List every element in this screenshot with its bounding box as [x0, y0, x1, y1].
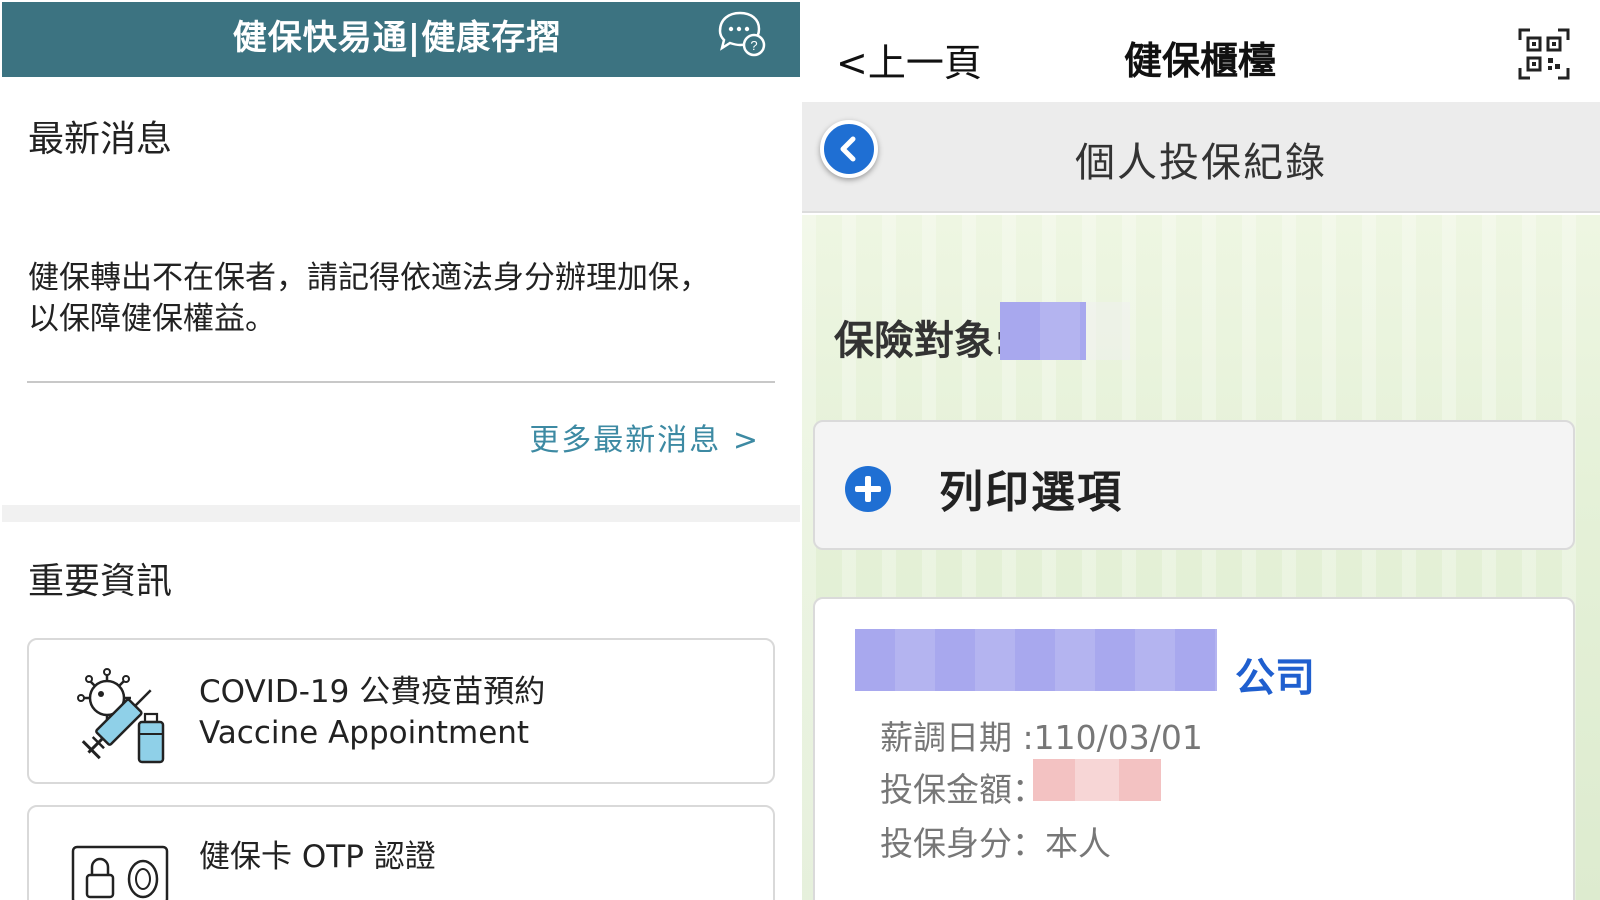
redacted-name-fade	[1086, 302, 1130, 360]
vaccine-appointment-card[interactable]: COVID-19 公費疫苗預約 Vaccine Appointment	[27, 638, 775, 784]
section-separator	[2, 505, 800, 522]
news-item-text[interactable]: 健保轉出不在保者，請記得依適法身分辦理加保，以保障健保權益。	[28, 258, 728, 340]
vaccine-card-title: COVID-19 公費疫苗預約	[199, 674, 546, 710]
insured-identity: 投保身分：本人	[880, 824, 1111, 863]
svg-text:?: ?	[750, 38, 757, 53]
redacted-amount	[1033, 759, 1161, 801]
divider	[27, 381, 775, 383]
chat-help-icon[interactable]: ?	[714, 7, 770, 63]
insurance-record-card: 公司 薪調日期 :110/03/01 投保金額： 投保身分：本人	[813, 597, 1575, 900]
header-bar: 健保快易通|健康存摺 ?	[2, 2, 800, 77]
print-options-toggle[interactable]: 列印選項	[813, 420, 1575, 550]
insured-person-label: 保險對象:	[834, 318, 1010, 364]
qr-code-icon[interactable]	[1518, 28, 1570, 80]
news-section-title: 最新消息	[28, 119, 173, 160]
section-title: 個人投保紀錄	[1075, 140, 1327, 186]
section-header-bar: 個人投保紀錄	[802, 102, 1600, 213]
plus-circle-icon	[845, 466, 891, 512]
print-options-label: 列印選項	[939, 467, 1123, 518]
app-left-panel: 健保快易通|健康存摺 ? 最新消息 健保轉出不在保者，請記得依適法身分辦理加保，…	[0, 0, 800, 900]
app-title: 健保快易通|健康存摺	[232, 18, 562, 58]
redacted-name	[1000, 302, 1086, 360]
salary-date: 薪調日期 :110/03/01	[880, 718, 1203, 757]
top-nav-bar: <上一頁 健保櫃檯	[800, 0, 1600, 102]
insured-amount-label: 投保金額：	[880, 770, 1045, 809]
redacted-company-name	[855, 629, 1217, 691]
important-section-title: 重要資訊	[28, 561, 173, 602]
more-news-link[interactable]: 更多最新消息 >	[529, 415, 760, 459]
company-name-suffix: 公司	[1235, 655, 1315, 701]
vaccine-card-subtitle: Vaccine Appointment	[199, 715, 530, 751]
otp-card-title: 健保卡 OTP 認證	[199, 839, 436, 875]
otp-card-icon	[71, 845, 169, 900]
page-title: 健保櫃檯	[1123, 39, 1276, 83]
otp-card[interactable]: 健保卡 OTP 認證	[27, 805, 775, 900]
app-right-panel: <上一頁 健保櫃檯 個人投保紀錄 保險對象: 列印選項 公司 薪調日期:110…	[800, 0, 1600, 900]
vaccine-icon	[77, 668, 165, 764]
